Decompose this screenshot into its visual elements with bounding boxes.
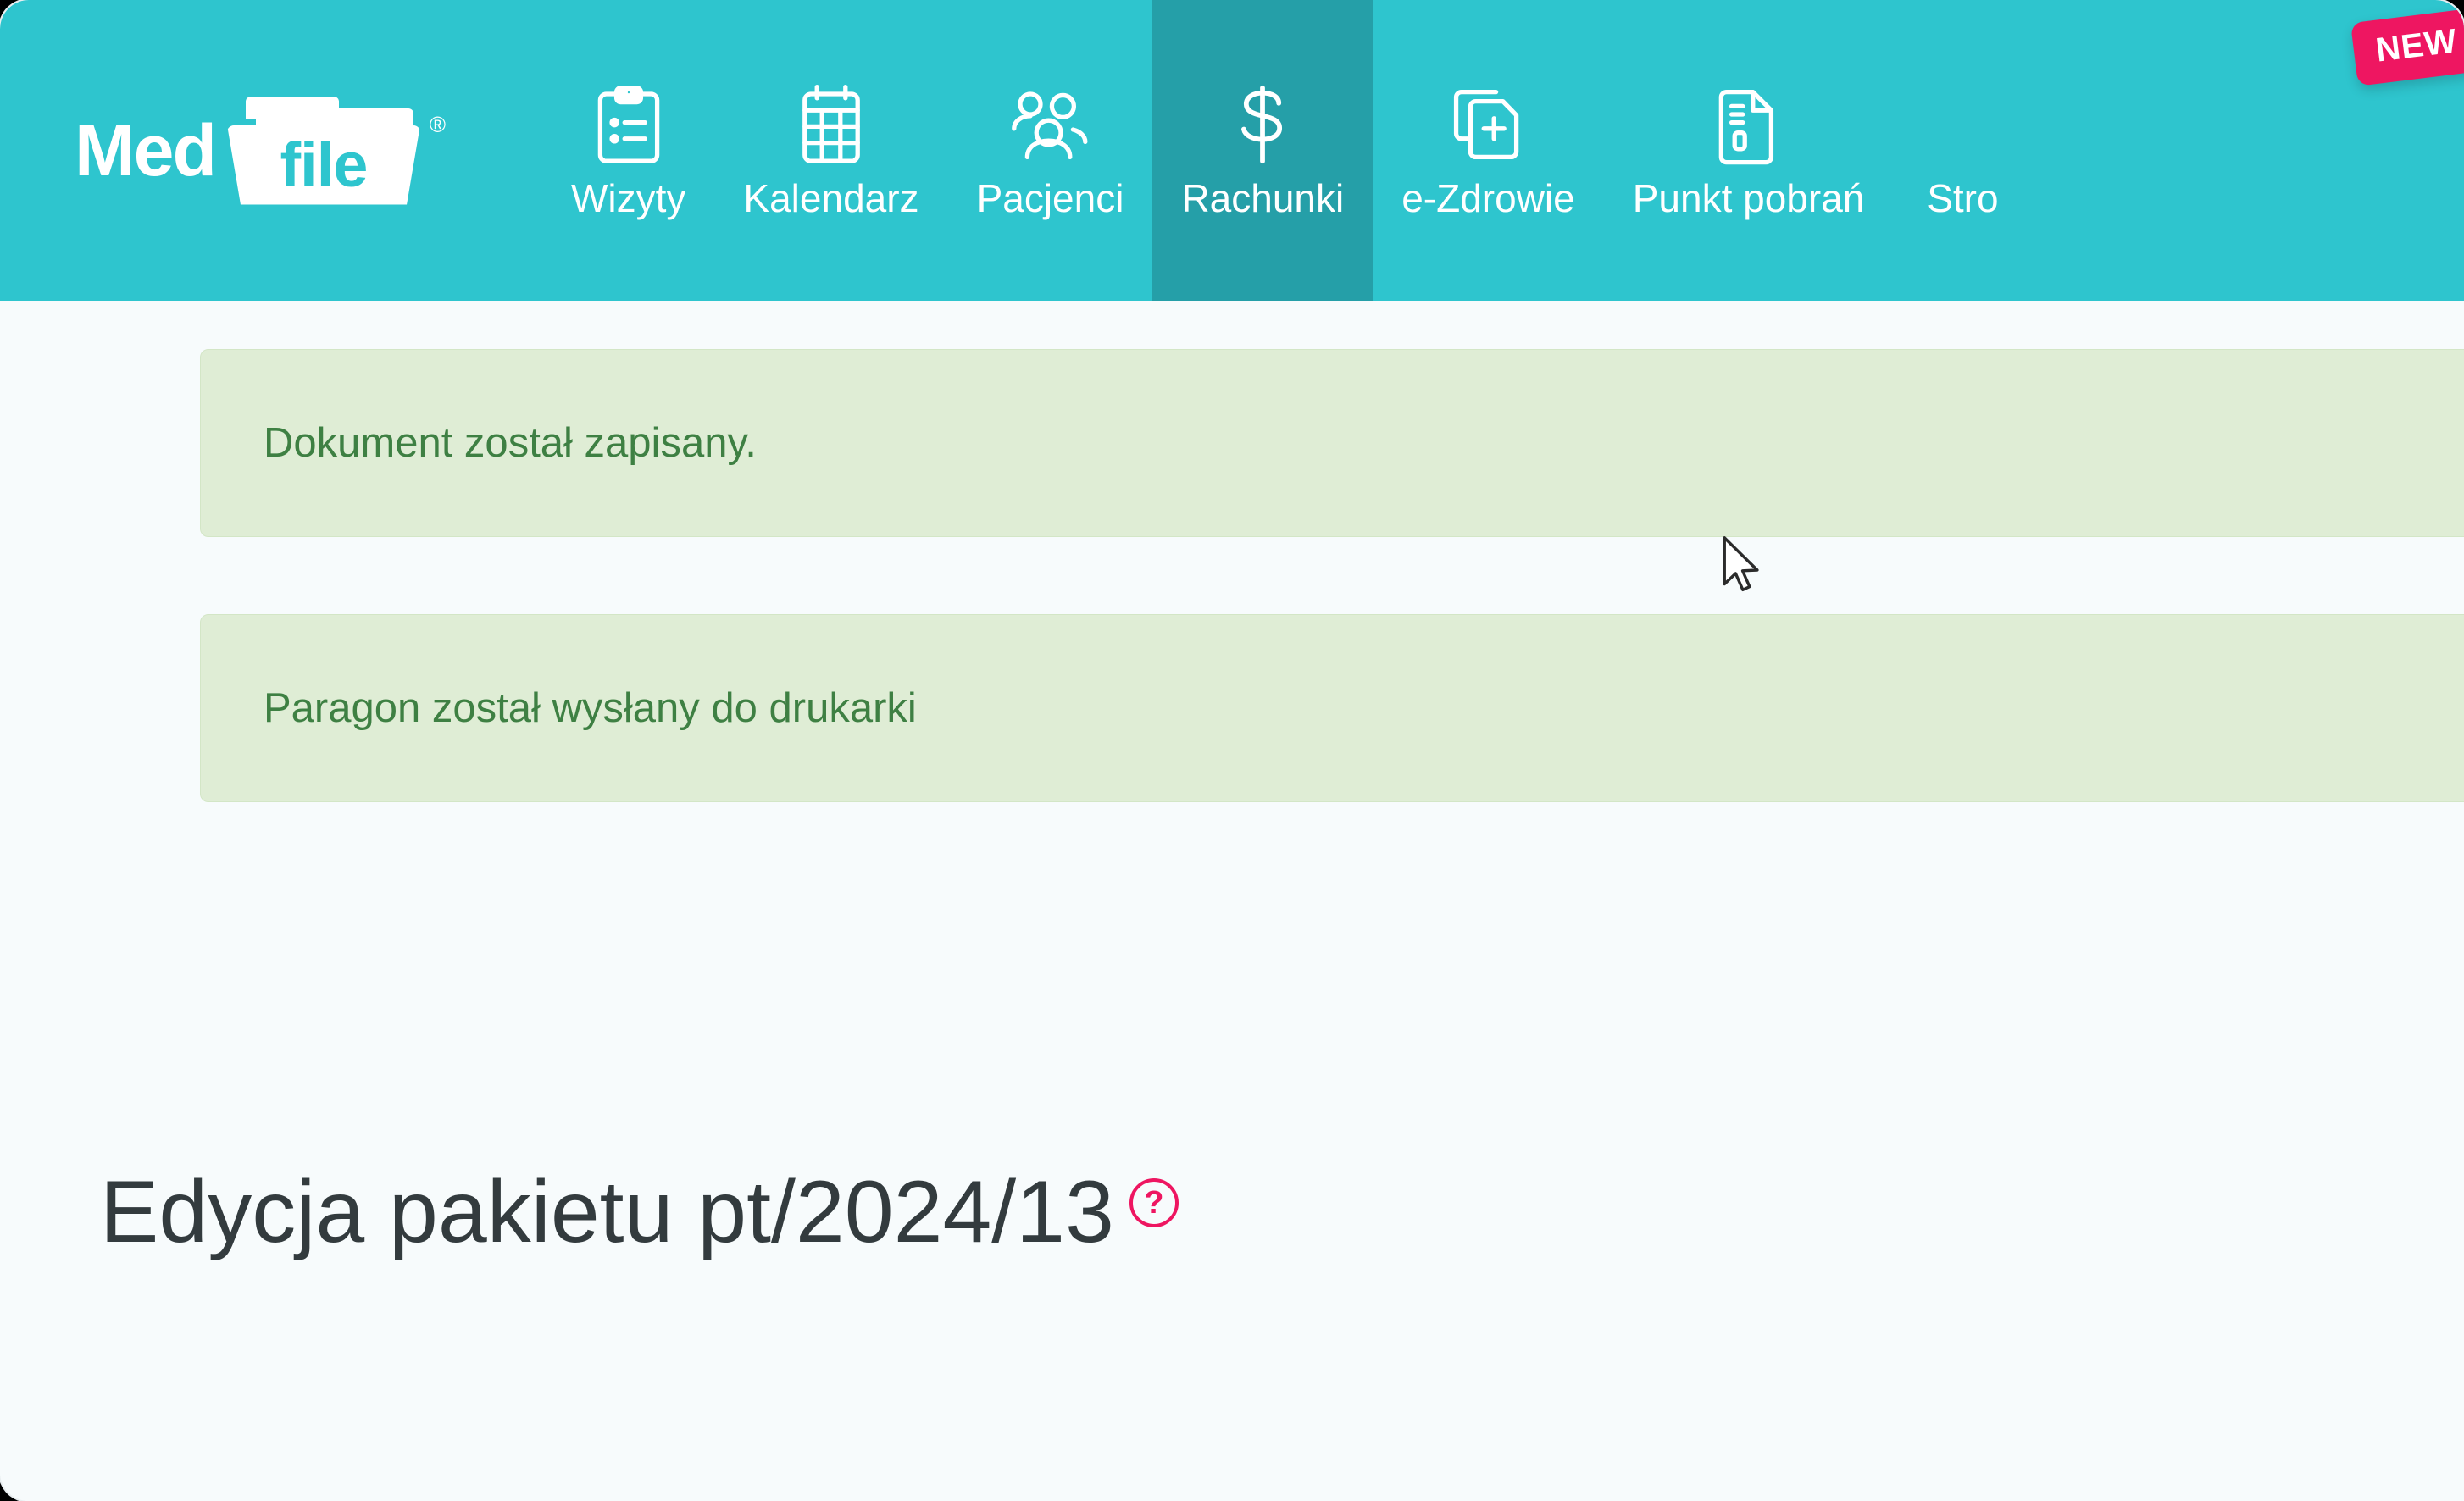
alert-text: Dokument został zapisany. — [264, 420, 757, 466]
nav-item-rachunki[interactable]: Rachunki — [1152, 0, 1374, 301]
globe-icon — [1922, 84, 2003, 165]
top-navigation-bar: Med file ® Wizyty Kalendarz Pacjenci Rac… — [0, 0, 2464, 301]
nav-item-e-zdrowie[interactable]: e-Zdrowie — [1373, 0, 1604, 301]
medfile-logo: Med file ® — [75, 96, 446, 205]
brand-logo[interactable]: Med file ® — [0, 0, 542, 301]
brand-file-text: file — [280, 130, 369, 200]
nav-item-pacjenci[interactable]: Pacjenci — [948, 0, 1153, 301]
nav-label-wizyty: Wizyty — [571, 175, 686, 220]
page-title-row: Edycja pakietu pt/2024/13 ? — [100, 1168, 1179, 1256]
brand-med-text: Med — [75, 109, 217, 191]
dollar-icon — [1222, 84, 1303, 165]
registered-trademark-icon: ® — [429, 111, 446, 137]
nav-label-e-zdrowie: e-Zdrowie — [1401, 175, 1575, 220]
application-window: Med file ® Wizyty Kalendarz Pacjenci Rac… — [0, 0, 2464, 1501]
nav-item-strona[interactable]: Stro — [1893, 0, 2032, 301]
nav-label-pacjenci: Pacjenci — [976, 175, 1124, 220]
calendar-icon — [791, 84, 872, 165]
main-content: Dokument został zapisany. Paragon został… — [0, 301, 2464, 1501]
nav-item-wizyty[interactable]: Wizyty — [542, 0, 714, 301]
nav-item-kalendarz[interactable]: Kalendarz — [714, 0, 947, 301]
nav-label-kalendarz: Kalendarz — [743, 175, 919, 220]
nav-item-punkt-pobran[interactable]: Punkt pobrań — [1604, 0, 1894, 301]
nav-label-strona: Stro — [1927, 175, 1999, 220]
lab-document-icon — [1708, 84, 1790, 165]
new-badge: NEW — [2350, 8, 2464, 86]
alert-text: Paragon został wysłany do drukarki — [264, 685, 917, 731]
alert-document-saved: Dokument został zapisany. — [200, 349, 2464, 537]
nav-items-container: Wizyty Kalendarz Pacjenci Rachunki e-Zdr… — [542, 0, 2464, 301]
nav-label-punkt-pobran: Punkt pobrań — [1632, 175, 1865, 220]
alert-receipt-sent: Paragon został wysłany do drukarki — [200, 614, 2464, 802]
users-icon — [1010, 84, 1091, 165]
medical-docs-icon — [1447, 84, 1529, 165]
help-icon[interactable]: ? — [1129, 1178, 1179, 1227]
page-title: Edycja pakietu pt/2024/13 — [100, 1163, 1114, 1261]
folder-icon: file — [227, 96, 420, 205]
nav-label-rachunki: Rachunki — [1181, 175, 1345, 220]
clipboard-list-icon — [588, 84, 669, 165]
